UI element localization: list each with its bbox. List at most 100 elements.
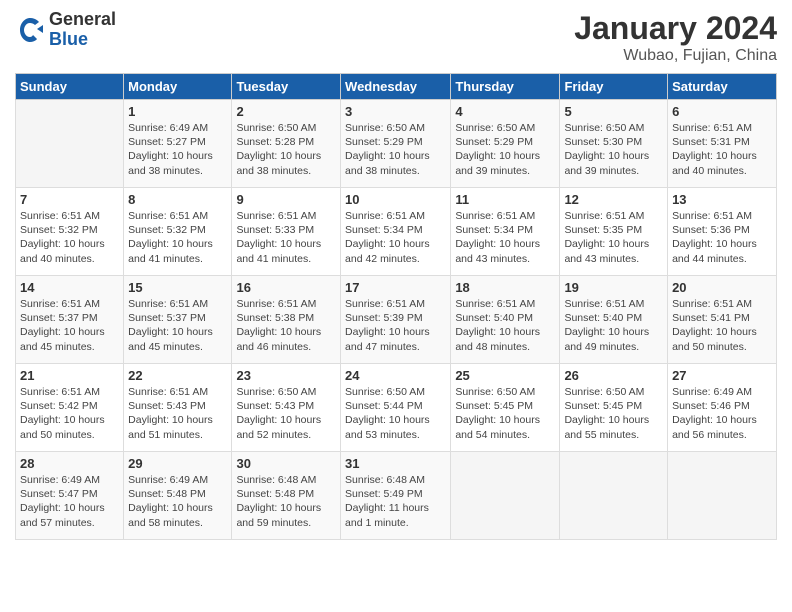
day-number: 25 [455, 368, 555, 383]
header: General Blue January 2024 Wubao, Fujian,… [15, 10, 777, 65]
day-info: Sunrise: 6:51 AM Sunset: 5:40 PM Dayligh… [455, 297, 555, 354]
day-number: 19 [564, 280, 663, 295]
day-cell [668, 452, 777, 540]
day-cell: 19 Sunrise: 6:51 AM Sunset: 5:40 PM Dayli… [560, 276, 668, 364]
day-info: Sunrise: 6:50 AM Sunset: 5:43 PM Dayligh… [236, 385, 336, 442]
header-day-thursday: Thursday [451, 74, 560, 100]
day-info: Sunrise: 6:49 AM Sunset: 5:47 PM Dayligh… [20, 473, 119, 530]
day-number: 13 [672, 192, 772, 207]
day-info: Sunrise: 6:49 AM Sunset: 5:48 PM Dayligh… [128, 473, 227, 530]
day-number: 2 [236, 104, 336, 119]
logo: General Blue [15, 10, 116, 50]
day-info: Sunrise: 6:51 AM Sunset: 5:38 PM Dayligh… [236, 297, 336, 354]
day-cell: 30 Sunrise: 6:48 AM Sunset: 5:48 PM Dayli… [232, 452, 341, 540]
week-row-3: 14Sunrise: 6:51 AM Sunset: 5:37 PM Dayli… [16, 276, 777, 364]
week-row-5: 28 Sunrise: 6:49 AM Sunset: 5:47 PM Dayli… [16, 452, 777, 540]
day-info: Sunrise: 6:48 AM Sunset: 5:48 PM Dayligh… [236, 473, 336, 530]
day-info: Sunrise: 6:51 AM Sunset: 5:40 PM Dayligh… [564, 297, 663, 354]
day-cell: 22 Sunrise: 6:51 AM Sunset: 5:43 PM Dayli… [124, 364, 232, 452]
header-day-friday: Friday [560, 74, 668, 100]
day-info: Sunrise: 6:51 AM Sunset: 5:33 PM Dayligh… [236, 209, 336, 266]
day-number: 31 [345, 456, 446, 471]
day-number: 30 [236, 456, 336, 471]
week-row-4: 21 Sunrise: 6:51 AM Sunset: 5:42 PM Dayli… [16, 364, 777, 452]
day-info: Sunrise: 6:50 AM Sunset: 5:28 PM Dayligh… [236, 121, 336, 178]
day-number: 16 [236, 280, 336, 295]
day-number: 8 [128, 192, 227, 207]
day-cell: 26 Sunrise: 6:50 AM Sunset: 5:45 PM Dayli… [560, 364, 668, 452]
day-number: 17 [345, 280, 446, 295]
day-info: Sunrise: 6:51 AM Sunset: 5:39 PM Dayligh… [345, 297, 446, 354]
day-info: Sunrise: 6:51 AM Sunset: 5:42 PM Dayligh… [20, 385, 119, 442]
day-cell: 11Sunrise: 6:51 AM Sunset: 5:34 PM Dayli… [451, 188, 560, 276]
header-day-saturday: Saturday [668, 74, 777, 100]
logo-general-text: General [49, 10, 116, 30]
day-info: Sunrise: 6:49 AM Sunset: 5:46 PM Dayligh… [672, 385, 772, 442]
day-number: 7 [20, 192, 119, 207]
day-number: 12 [564, 192, 663, 207]
month-title: January 2024 [574, 10, 777, 47]
day-number: 26 [564, 368, 663, 383]
day-cell: 8 Sunrise: 6:51 AM Sunset: 5:32 PM Daylig… [124, 188, 232, 276]
header-day-wednesday: Wednesday [341, 74, 451, 100]
logo-text: General Blue [49, 10, 116, 50]
day-cell [16, 100, 124, 188]
day-info: Sunrise: 6:51 AM Sunset: 5:34 PM Dayligh… [345, 209, 446, 266]
day-cell: 31Sunrise: 6:48 AM Sunset: 5:49 PM Dayli… [341, 452, 451, 540]
day-cell [451, 452, 560, 540]
day-info: Sunrise: 6:50 AM Sunset: 5:30 PM Dayligh… [564, 121, 663, 178]
day-cell: 21 Sunrise: 6:51 AM Sunset: 5:42 PM Dayli… [16, 364, 124, 452]
day-info: Sunrise: 6:51 AM Sunset: 5:32 PM Dayligh… [20, 209, 119, 266]
day-number: 20 [672, 280, 772, 295]
day-cell: 20 Sunrise: 6:51 AM Sunset: 5:41 PM Dayli… [668, 276, 777, 364]
location: Wubao, Fujian, China [574, 47, 777, 65]
day-info: Sunrise: 6:50 AM Sunset: 5:45 PM Dayligh… [564, 385, 663, 442]
day-cell: 10Sunrise: 6:51 AM Sunset: 5:34 PM Dayli… [341, 188, 451, 276]
day-number: 1 [128, 104, 227, 119]
day-cell: 3Sunrise: 6:50 AM Sunset: 5:29 PM Daylig… [341, 100, 451, 188]
day-info: Sunrise: 6:51 AM Sunset: 5:32 PM Dayligh… [128, 209, 227, 266]
day-number: 14 [20, 280, 119, 295]
day-cell: 15Sunrise: 6:51 AM Sunset: 5:37 PM Dayli… [124, 276, 232, 364]
day-cell: 23 Sunrise: 6:50 AM Sunset: 5:43 PM Dayli… [232, 364, 341, 452]
day-cell: 24 Sunrise: 6:50 AM Sunset: 5:44 PM Dayli… [341, 364, 451, 452]
day-number: 24 [345, 368, 446, 383]
day-cell: 5Sunrise: 6:50 AM Sunset: 5:30 PM Daylig… [560, 100, 668, 188]
day-info: Sunrise: 6:51 AM Sunset: 5:41 PM Dayligh… [672, 297, 772, 354]
day-info: Sunrise: 6:49 AM Sunset: 5:27 PM Dayligh… [128, 121, 227, 178]
day-cell: 7 Sunrise: 6:51 AM Sunset: 5:32 PM Daylig… [16, 188, 124, 276]
day-info: Sunrise: 6:51 AM Sunset: 5:31 PM Dayligh… [672, 121, 772, 178]
calendar-table: SundayMondayTuesdayWednesdayThursdayFrid… [15, 73, 777, 540]
logo-icon [15, 15, 45, 45]
header-row: SundayMondayTuesdayWednesdayThursdayFrid… [16, 74, 777, 100]
day-number: 29 [128, 456, 227, 471]
header-day-sunday: Sunday [16, 74, 124, 100]
logo-blue-text: Blue [49, 30, 116, 50]
day-cell: 27 Sunrise: 6:49 AM Sunset: 5:46 PM Dayli… [668, 364, 777, 452]
day-info: Sunrise: 6:50 AM Sunset: 5:44 PM Dayligh… [345, 385, 446, 442]
day-number: 6 [672, 104, 772, 119]
day-number: 18 [455, 280, 555, 295]
day-info: Sunrise: 6:50 AM Sunset: 5:29 PM Dayligh… [345, 121, 446, 178]
day-number: 22 [128, 368, 227, 383]
day-number: 4 [455, 104, 555, 119]
header-day-tuesday: Tuesday [232, 74, 341, 100]
day-number: 27 [672, 368, 772, 383]
day-info: Sunrise: 6:51 AM Sunset: 5:35 PM Dayligh… [564, 209, 663, 266]
day-cell: 12 Sunrise: 6:51 AM Sunset: 5:35 PM Dayli… [560, 188, 668, 276]
day-info: Sunrise: 6:51 AM Sunset: 5:34 PM Dayligh… [455, 209, 555, 266]
day-info: Sunrise: 6:50 AM Sunset: 5:45 PM Dayligh… [455, 385, 555, 442]
day-number: 15 [128, 280, 227, 295]
day-number: 23 [236, 368, 336, 383]
day-cell: 6 Sunrise: 6:51 AM Sunset: 5:31 PM Daylig… [668, 100, 777, 188]
week-row-1: 1 Sunrise: 6:49 AM Sunset: 5:27 PM Daylig… [16, 100, 777, 188]
day-cell: 17 Sunrise: 6:51 AM Sunset: 5:39 PM Dayli… [341, 276, 451, 364]
day-number: 28 [20, 456, 119, 471]
day-info: Sunrise: 6:51 AM Sunset: 5:36 PM Dayligh… [672, 209, 772, 266]
day-cell: 25 Sunrise: 6:50 AM Sunset: 5:45 PM Dayli… [451, 364, 560, 452]
main-container: General Blue January 2024 Wubao, Fujian,… [0, 0, 792, 550]
day-number: 21 [20, 368, 119, 383]
day-cell: 2 Sunrise: 6:50 AM Sunset: 5:28 PM Daylig… [232, 100, 341, 188]
day-cell: 29 Sunrise: 6:49 AM Sunset: 5:48 PM Dayli… [124, 452, 232, 540]
day-info: Sunrise: 6:51 AM Sunset: 5:43 PM Dayligh… [128, 385, 227, 442]
